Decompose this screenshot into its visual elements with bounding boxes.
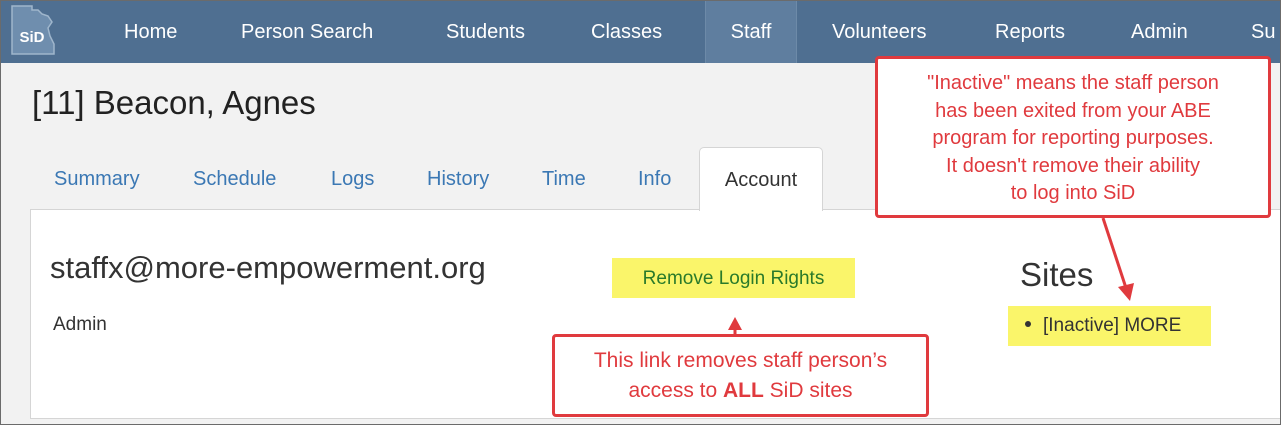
nav-admin[interactable]: Admin	[1131, 0, 1188, 63]
nav-person-search[interactable]: Person Search	[241, 0, 373, 63]
page-title: [11] Beacon, Agnes	[32, 84, 316, 121]
annotation-line: program for reporting purposes.	[932, 127, 1214, 149]
annotation-line: has been exited from your ABE	[935, 99, 1211, 122]
annotation-emphasis: ALL	[723, 379, 764, 402]
sites-heading: Sites	[1020, 256, 1094, 293]
tab-time[interactable]: Time	[542, 147, 586, 209]
tab-logs[interactable]: Logs	[331, 147, 374, 209]
logo-text: SiD	[19, 29, 44, 46]
nav-staff[interactable]: Staff	[705, 0, 797, 63]
account-email: staffx@more-empowerment.org	[50, 250, 486, 285]
annotation-line: This link removes staff person’s	[593, 349, 888, 372]
account-role: Admin	[53, 314, 107, 335]
tab-schedule[interactable]: Schedule	[193, 147, 276, 209]
tab-account[interactable]: Account	[699, 147, 823, 211]
sid-logo-icon[interactable]: SiD	[8, 4, 58, 56]
tab-info[interactable]: Info	[638, 147, 671, 209]
remove-login-rights-link[interactable]: Remove Login Rights	[612, 258, 855, 298]
annotation-line: It doesn't remove their ability	[946, 154, 1200, 177]
nav-classes[interactable]: Classes	[591, 0, 662, 63]
nav-support[interactable]: Su	[1251, 0, 1275, 63]
annotation-remove-note: This link removes staff person’s access …	[552, 334, 929, 417]
nav-home[interactable]: Home	[124, 0, 177, 63]
annotation-text: access to	[628, 379, 724, 402]
nav-students[interactable]: Students	[446, 0, 525, 63]
tab-summary[interactable]: Summary	[54, 147, 140, 209]
bullet-icon	[1025, 320, 1031, 327]
tab-history[interactable]: History	[427, 147, 489, 209]
annotation-text: SiD sites	[763, 379, 853, 402]
annotation-line: to log into SiD	[1010, 182, 1136, 204]
nav-reports[interactable]: Reports	[995, 0, 1065, 63]
annotation-line: access to ALL SiD sites	[555, 376, 926, 406]
nav-volunteers[interactable]: Volunteers	[832, 0, 927, 63]
site-list-item: [Inactive] MORE	[1008, 306, 1211, 346]
site-label: [Inactive] MORE	[1043, 315, 1182, 336]
annotation-inactive-note: "Inactive" means the staff person has be…	[875, 56, 1271, 218]
top-navbar: SiD Home Person Search Students Classes …	[0, 0, 1281, 63]
annotation-line: "Inactive" means the staff person	[927, 72, 1219, 94]
